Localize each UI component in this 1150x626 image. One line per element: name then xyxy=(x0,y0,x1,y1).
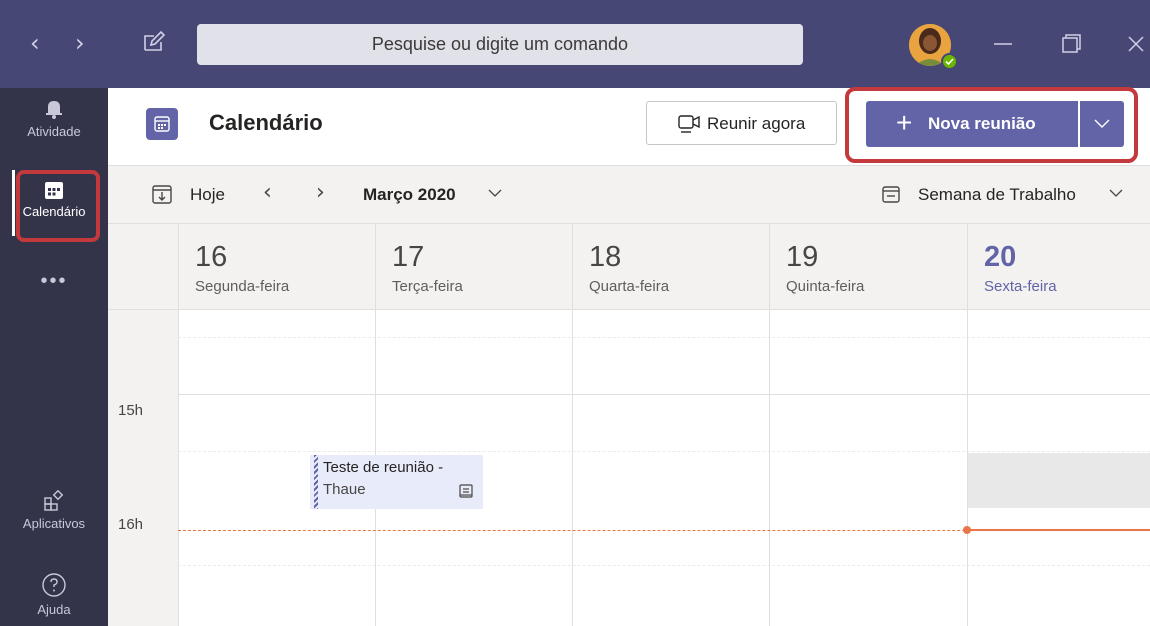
day-column-header[interactable]: 19 Quinta-feira xyxy=(769,224,967,310)
rail-item-label: Atividade xyxy=(27,124,81,139)
new-meeting-label: Nova reunião xyxy=(928,114,1036,133)
meeting-notes-icon xyxy=(459,484,473,498)
highlight-calendar-outline xyxy=(16,170,100,242)
compose-icon[interactable] xyxy=(142,30,166,54)
meet-now-button[interactable]: Reunir agora xyxy=(646,101,837,145)
forward-arrow-icon[interactable]: › xyxy=(75,28,85,58)
day-column-header[interactable]: 16 Segunda-feira xyxy=(178,224,375,310)
calendar-view-icon xyxy=(882,186,900,203)
more-icon: ••• xyxy=(40,270,68,292)
day-name: Sexta-feira xyxy=(984,278,1057,295)
event-organizer: Thaue xyxy=(323,481,366,498)
back-arrow-icon[interactable]: ‹ xyxy=(30,28,40,58)
day-name: Quarta-feira xyxy=(589,278,670,295)
calendar-toolbar: Hoje ‹ › Março 2020 Semana de Trabalho xyxy=(108,166,1150,224)
day-name: Terça-feira xyxy=(392,278,463,295)
today-button[interactable]: Hoje xyxy=(190,185,225,205)
previous-week-icon[interactable]: ‹ xyxy=(263,180,272,205)
day-column-header[interactable]: 17 Terça-feira xyxy=(375,224,572,310)
event-title: Teste de reunião - xyxy=(323,459,444,476)
today-icon[interactable] xyxy=(151,183,173,205)
calendar-app-icon xyxy=(146,108,178,140)
chevron-down-icon xyxy=(1094,119,1110,128)
time-grid: 15h 16h Teste de reunião - Thaue xyxy=(108,310,1150,626)
new-meeting-button[interactable]: + Nova reunião xyxy=(866,101,1078,147)
day-column-header[interactable]: 18 Quarta-feira xyxy=(572,224,769,310)
rail-item-more[interactable]: ••• xyxy=(0,270,108,293)
day-name: Segunda-feira xyxy=(195,278,290,295)
maximize-icon[interactable] xyxy=(1053,26,1089,62)
current-time-line-today xyxy=(967,529,1150,531)
title-bar: ‹ › Pesquise ou digite um comando xyxy=(0,0,1150,88)
plus-icon: + xyxy=(896,107,913,138)
day-number: 19 xyxy=(786,241,819,273)
day-name: Quinta-feira xyxy=(786,278,865,295)
help-icon xyxy=(42,573,66,597)
month-selector[interactable]: Março 2020 xyxy=(363,185,456,205)
view-selector[interactable]: Semana de Trabalho xyxy=(918,185,1076,205)
video-camera-icon xyxy=(678,115,700,133)
bell-icon xyxy=(46,101,62,119)
next-week-icon[interactable]: › xyxy=(316,180,325,205)
rail-item-apps[interactable]: Aplicativos xyxy=(0,490,108,531)
rail-item-label: Ajuda xyxy=(37,602,71,617)
rail-item-label: Aplicativos xyxy=(22,516,86,531)
day-number: 18 xyxy=(589,241,622,273)
page-title: Calendário xyxy=(209,110,323,135)
app-rail: Atividade Calendário ••• Aplicativos Aju… xyxy=(0,88,108,626)
day-number: 16 xyxy=(195,241,228,273)
rail-item-help[interactable]: Ajuda xyxy=(0,572,108,617)
day-column-header-today[interactable]: 20 Sexta-feira xyxy=(967,224,1150,310)
hour-label: 16h xyxy=(118,516,144,533)
day-header-row: 16 Segunda-feira 17 Terça-feira 18 Quart… xyxy=(108,224,1150,310)
presence-available-icon xyxy=(941,53,958,70)
new-meeting-dropdown-button[interactable] xyxy=(1080,101,1124,147)
calendar-event[interactable]: Teste de reunião - Thaue xyxy=(310,455,483,509)
apps-icon xyxy=(44,490,64,511)
chevron-down-icon[interactable] xyxy=(1109,188,1123,198)
current-time-marker xyxy=(963,526,971,534)
day-number: 17 xyxy=(392,241,425,273)
meet-now-label: Reunir agora xyxy=(707,114,806,133)
chevron-down-icon[interactable] xyxy=(488,188,502,198)
minimize-icon[interactable] xyxy=(985,26,1021,62)
rail-item-activity[interactable]: Atividade xyxy=(0,98,108,139)
busy-time-block xyxy=(968,453,1150,508)
hour-label: 15h xyxy=(118,402,144,419)
search-input[interactable]: Pesquise ou digite um comando xyxy=(197,24,803,65)
day-number: 20 xyxy=(984,241,1017,273)
close-icon[interactable] xyxy=(1118,26,1150,62)
